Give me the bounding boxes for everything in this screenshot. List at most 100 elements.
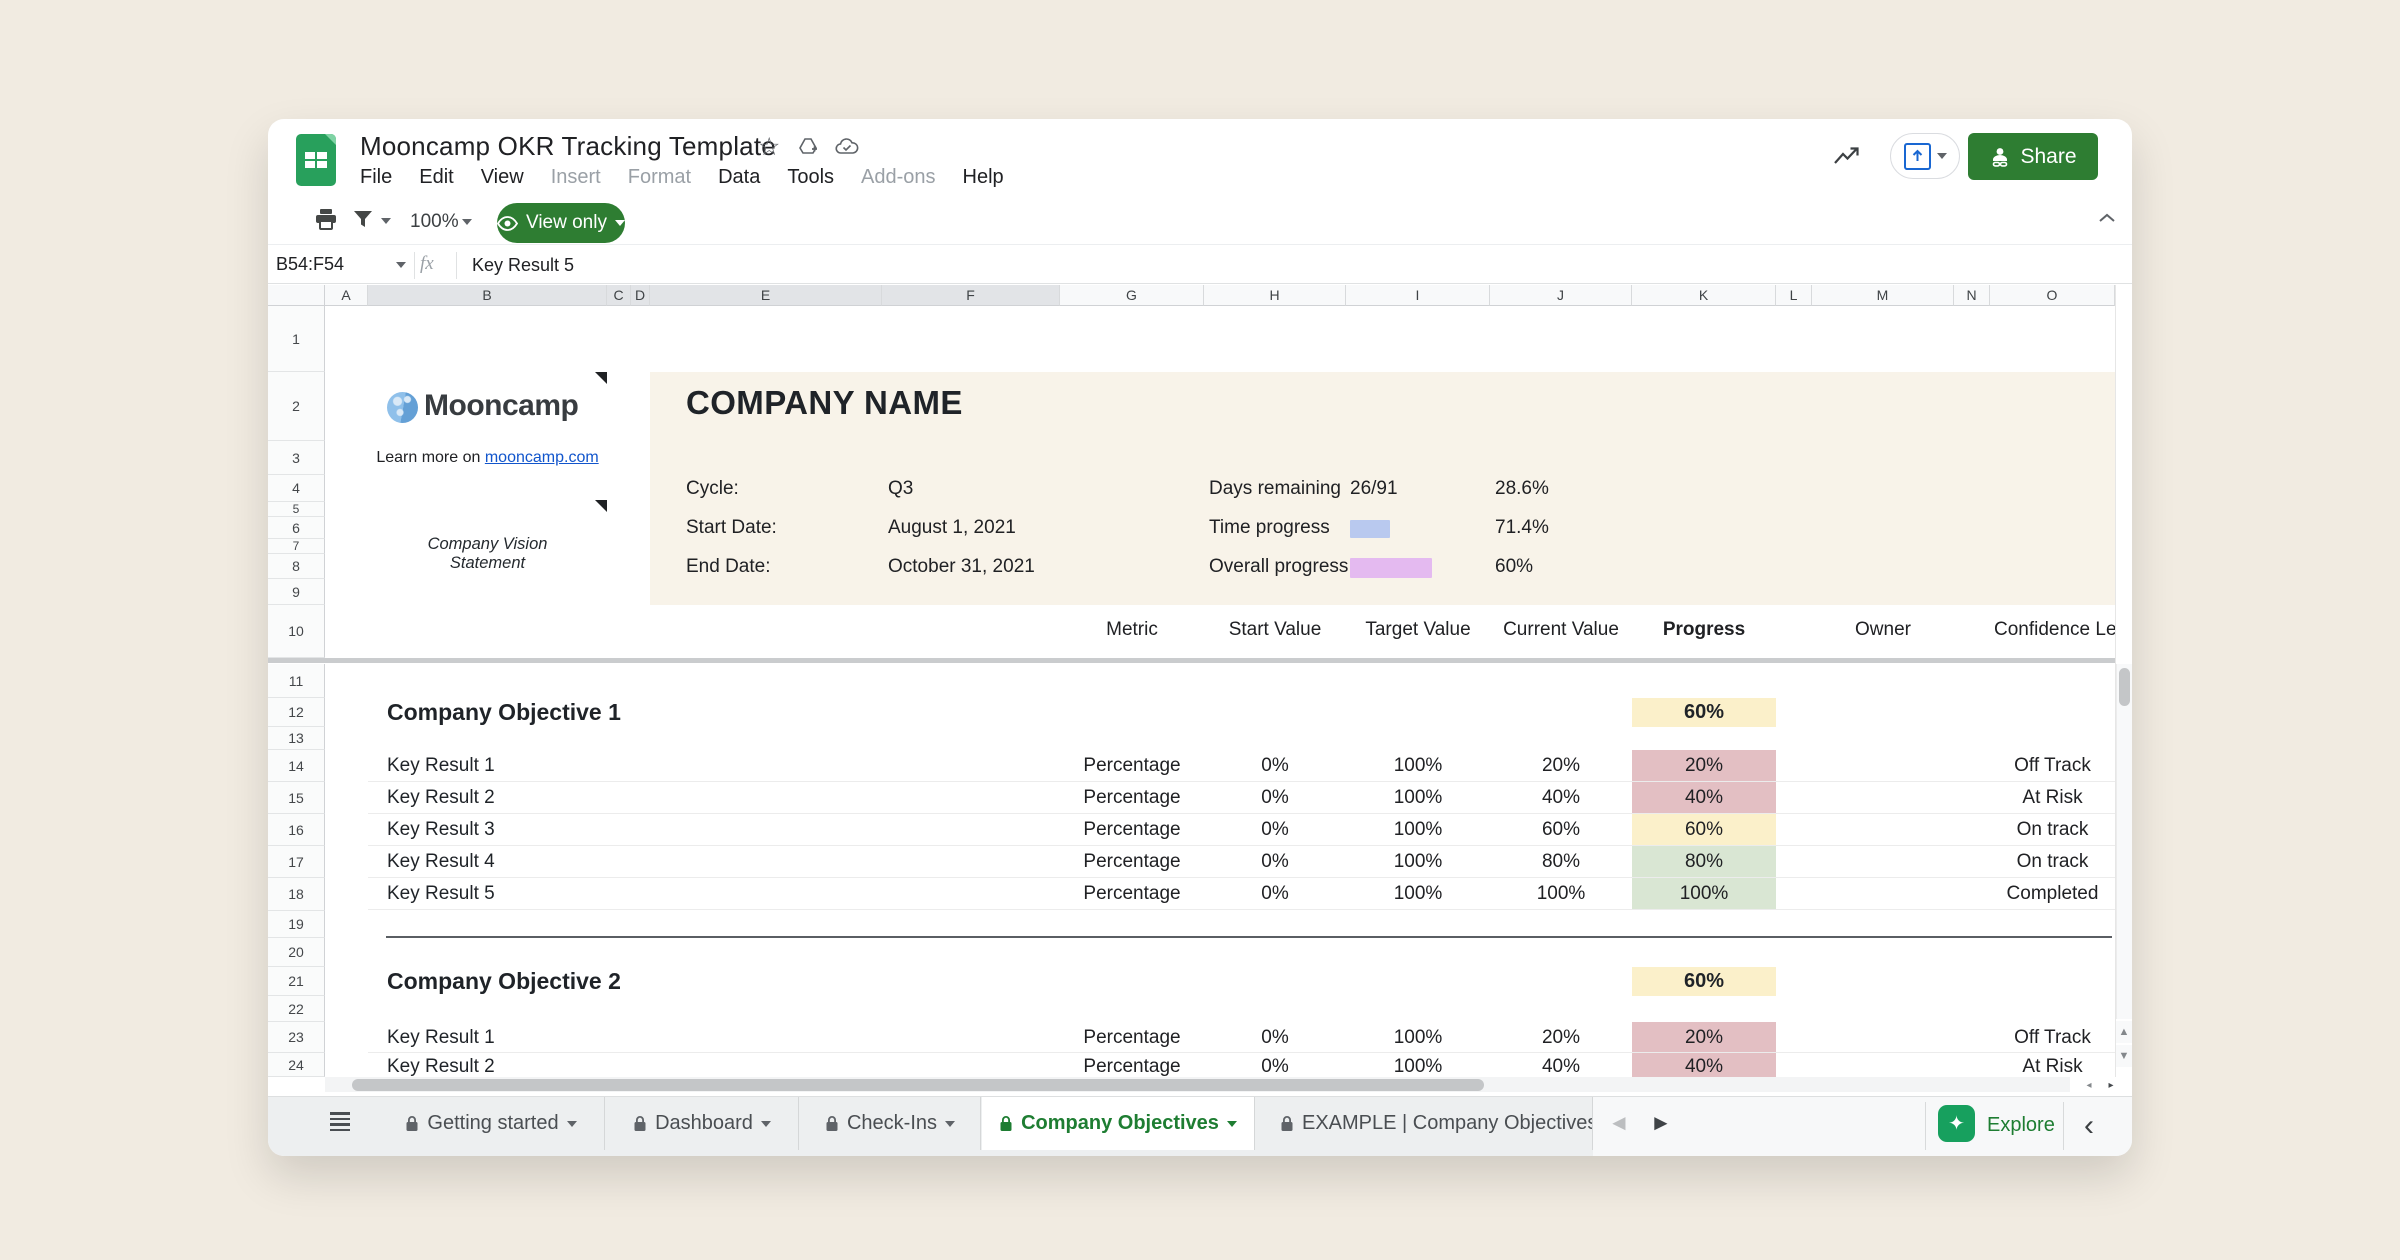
time-progress-percent[interactable]: 71.4% xyxy=(1495,517,1549,539)
tab-caret-icon[interactable] xyxy=(1227,1121,1237,1127)
mooncamp-link[interactable]: mooncamp.com xyxy=(485,449,599,466)
row-header-13[interactable]: 13 xyxy=(268,727,325,750)
tab-dashboard[interactable]: Dashboard xyxy=(606,1097,799,1150)
mode-switch-button[interactable] xyxy=(1890,133,1960,179)
kr-status[interactable]: Off Track xyxy=(1990,1022,2115,1053)
header-current-value[interactable]: Current Value xyxy=(1490,619,1632,641)
start-date-value[interactable]: August 1, 2021 xyxy=(888,517,1016,539)
column-header-C[interactable]: C xyxy=(607,285,631,306)
scroll-up-arrow[interactable]: ▲ xyxy=(2116,1021,2132,1043)
kr-current[interactable]: 80% xyxy=(1490,846,1632,877)
kr-target[interactable]: 100% xyxy=(1346,750,1490,781)
header-metric[interactable]: Metric xyxy=(1060,619,1204,641)
objective-2-progress[interactable]: 60% xyxy=(1632,967,1776,996)
row-header-4[interactable]: 4 xyxy=(268,475,325,502)
tab-caret-icon[interactable] xyxy=(567,1121,577,1127)
star-icon[interactable]: ☆ xyxy=(758,132,780,162)
tab-caret-icon[interactable] xyxy=(761,1121,771,1127)
kr-progress[interactable]: 40% xyxy=(1632,1053,1776,1077)
kr-current[interactable]: 40% xyxy=(1490,1053,1632,1077)
row-header-17[interactable]: 17 xyxy=(268,846,325,878)
kr-name[interactable]: Key Result 2 xyxy=(387,782,495,813)
share-button[interactable]: Share xyxy=(1968,133,2098,180)
document-title[interactable]: Mooncamp OKR Tracking Template xyxy=(360,131,776,162)
kr-progress[interactable]: 20% xyxy=(1632,750,1776,782)
kr-progress[interactable]: 100% xyxy=(1632,878,1776,910)
explore-icon[interactable]: ✦ xyxy=(1938,1105,1975,1142)
kr-target[interactable]: 100% xyxy=(1346,1053,1490,1077)
tab-getting-started[interactable]: Getting started xyxy=(378,1097,605,1150)
kr-status[interactable]: On track xyxy=(1990,846,2115,877)
column-header-F[interactable]: F xyxy=(882,285,1060,306)
header-owner[interactable]: Owner xyxy=(1812,619,1954,641)
kr-name[interactable]: Key Result 2 xyxy=(387,1053,495,1077)
kr-name[interactable]: Key Result 4 xyxy=(387,846,495,877)
column-header-M[interactable]: M xyxy=(1812,285,1954,306)
horizontal-scrollbar-thumb[interactable] xyxy=(352,1079,1484,1091)
row-header-18[interactable]: 18 xyxy=(268,878,325,911)
kr-status[interactable]: At Risk xyxy=(1990,1053,2115,1077)
kr-metric[interactable]: Percentage xyxy=(1060,814,1204,845)
vertical-scrollbar-thumb[interactable] xyxy=(2119,668,2130,706)
document-activity-icon[interactable] xyxy=(1833,146,1861,166)
kr-target[interactable]: 100% xyxy=(1346,814,1490,845)
overall-progress-label[interactable]: Overall progress xyxy=(1209,556,1348,578)
kr-metric[interactable]: Percentage xyxy=(1060,782,1204,813)
row-header-6[interactable]: 6 xyxy=(268,517,325,539)
kr-start[interactable]: 0% xyxy=(1204,782,1346,813)
print-icon[interactable] xyxy=(314,207,338,231)
column-header-A[interactable]: A xyxy=(325,285,368,306)
kr-start[interactable]: 0% xyxy=(1204,1022,1346,1053)
menu-data[interactable]: Data xyxy=(718,166,760,189)
row-header-22[interactable]: 22 xyxy=(268,996,325,1022)
kr-start[interactable]: 0% xyxy=(1204,846,1346,877)
scroll-down-arrow[interactable]: ▼ xyxy=(2116,1045,2132,1067)
kr-target[interactable]: 100% xyxy=(1346,878,1490,909)
kr-start[interactable]: 0% xyxy=(1204,878,1346,909)
sheets-logo-icon[interactable] xyxy=(296,134,336,186)
kr-current[interactable]: 20% xyxy=(1490,750,1632,781)
row-header-1[interactable]: 1 xyxy=(268,306,325,372)
row-header-14[interactable]: 14 xyxy=(268,750,325,782)
row-header-5[interactable]: 5 xyxy=(268,502,325,517)
kr-name[interactable]: Key Result 3 xyxy=(387,814,495,845)
days-remaining-percent[interactable]: 28.6% xyxy=(1495,478,1549,500)
kr-current[interactable]: 100% xyxy=(1490,878,1632,909)
filter-caret-icon[interactable] xyxy=(381,218,391,224)
kr-name[interactable]: Key Result 1 xyxy=(387,1022,495,1053)
kr-metric[interactable]: Percentage xyxy=(1060,878,1204,909)
row-header-2[interactable]: 2 xyxy=(268,372,325,441)
column-header-D[interactable]: D xyxy=(631,285,650,306)
column-header-K[interactable]: K xyxy=(1632,285,1776,306)
tab-example-company-objectives[interactable]: EXAMPLE | Company Objectives xyxy=(1256,1097,1593,1150)
cycle-label[interactable]: Cycle: xyxy=(686,478,739,500)
kr-current[interactable]: 60% xyxy=(1490,814,1632,845)
select-all-corner[interactable] xyxy=(268,285,325,306)
tab-company-objectives[interactable]: Company Objectives xyxy=(982,1097,1255,1150)
start-date-label[interactable]: Start Date: xyxy=(686,517,777,539)
header-progress[interactable]: Progress xyxy=(1632,619,1776,641)
kr-progress[interactable]: 80% xyxy=(1632,846,1776,878)
kr-progress[interactable]: 60% xyxy=(1632,814,1776,846)
row-header-21[interactable]: 21 xyxy=(268,967,325,996)
vertical-scrollbar-track[interactable] xyxy=(2116,664,2132,1019)
kr-metric[interactable]: Percentage xyxy=(1060,1053,1204,1077)
column-header-L[interactable]: L xyxy=(1776,285,1812,306)
menu-tools[interactable]: Tools xyxy=(787,166,834,189)
company-name-cell[interactable]: COMPANY NAME xyxy=(686,384,963,422)
days-remaining-label[interactable]: Days remaining xyxy=(1209,478,1341,500)
explore-label[interactable]: Explore xyxy=(1987,1114,2055,1137)
overall-progress-percent[interactable]: 60% xyxy=(1495,556,1533,578)
kr-start[interactable]: 0% xyxy=(1204,750,1346,781)
kr-status[interactable]: At Risk xyxy=(1990,782,2115,813)
column-header-E[interactable]: E xyxy=(650,285,882,306)
column-header-G[interactable]: G xyxy=(1060,285,1204,306)
days-remaining-value[interactable]: 26/91 xyxy=(1350,478,1398,500)
column-header-I[interactable]: I xyxy=(1346,285,1490,306)
kr-progress[interactable]: 20% xyxy=(1632,1022,1776,1053)
name-box-caret-icon[interactable] xyxy=(396,262,406,268)
header-confidence-level[interactable]: Confidence Level xyxy=(1990,619,2115,641)
row-header-16[interactable]: 16 xyxy=(268,814,325,846)
kr-target[interactable]: 100% xyxy=(1346,1022,1490,1053)
menu-help[interactable]: Help xyxy=(963,166,1004,189)
